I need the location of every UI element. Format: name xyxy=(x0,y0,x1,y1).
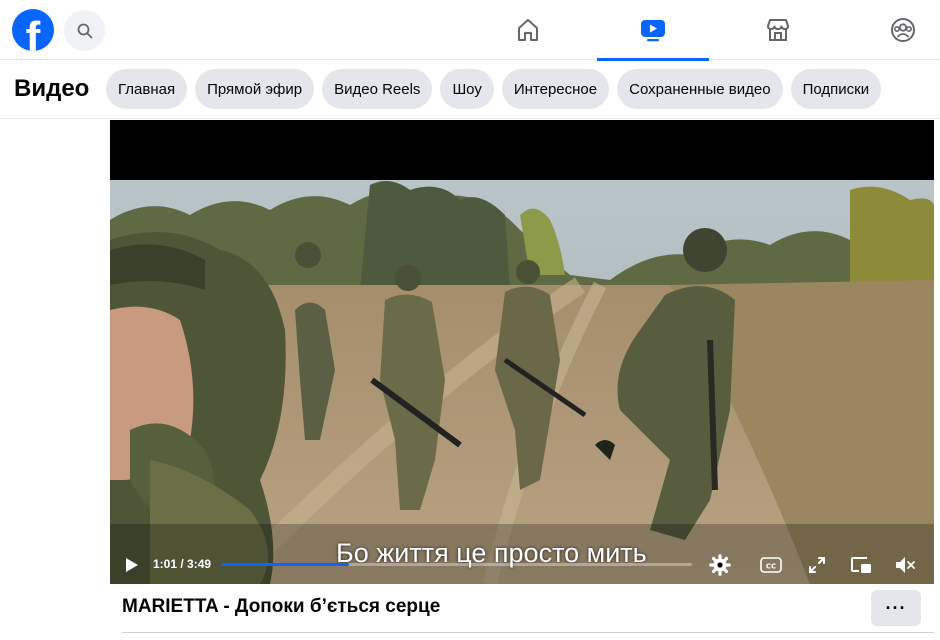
search-icon xyxy=(77,23,92,38)
fullscreen-icon xyxy=(809,557,825,573)
captions-button[interactable]: CC xyxy=(758,552,784,578)
svg-text:CC: CC xyxy=(766,563,776,571)
more-options-button[interactable]: ··· xyxy=(871,590,921,626)
volume-muted-icon xyxy=(896,557,915,573)
picture-in-picture-button[interactable] xyxy=(848,552,874,578)
nav-tab-home[interactable] xyxy=(472,0,584,60)
more-options-icon: ··· xyxy=(885,597,907,618)
nav-tab-video[interactable] xyxy=(597,0,709,61)
top-navigation-bar: f xyxy=(0,0,940,61)
play-icon xyxy=(126,558,138,572)
video-icon xyxy=(641,20,665,42)
chip-subscriptions[interactable]: Подписки xyxy=(790,69,882,109)
video-player[interactable]: Бо життя це просто мить 1:01 / 3:49 CC xyxy=(110,120,934,584)
video-title[interactable]: MARIETTA - Допоки б’ється серце xyxy=(122,596,440,618)
chip-explore[interactable]: Интересное xyxy=(501,69,610,109)
fullscreen-button[interactable] xyxy=(804,552,830,578)
chip-home[interactable]: Главная xyxy=(106,69,188,109)
progress-fill xyxy=(222,563,349,566)
chip-reels[interactable]: Видео Reels xyxy=(322,69,433,109)
picture-in-picture-icon xyxy=(851,557,871,573)
nav-tab-groups[interactable] xyxy=(883,10,923,50)
captions-icon: CC xyxy=(760,557,782,573)
settings-button[interactable] xyxy=(707,552,733,578)
settings-icon xyxy=(709,554,731,576)
page-title: Видео xyxy=(14,75,90,102)
chip-saved-videos[interactable]: Сохраненные видео xyxy=(617,69,783,109)
home-icon xyxy=(518,19,538,41)
facebook-logo[interactable]: f xyxy=(12,9,54,51)
player-controls: 1:01 / 3:49 CC xyxy=(110,544,934,584)
video-category-chips: Главная Прямой эфир Видео Reels Шоу Инте… xyxy=(106,69,882,109)
search-button[interactable] xyxy=(64,10,105,51)
volume-button[interactable] xyxy=(892,552,918,578)
playback-time: 1:01 / 3:49 xyxy=(153,557,212,571)
chip-live[interactable]: Прямой эфир xyxy=(195,69,315,109)
video-frame xyxy=(110,180,934,584)
progress-bar[interactable] xyxy=(222,563,692,566)
marketplace-icon xyxy=(767,19,789,41)
groups-icon xyxy=(891,18,915,42)
play-button[interactable] xyxy=(118,552,144,578)
chip-shows[interactable]: Шоу xyxy=(440,69,494,109)
video-section-header: Видео Главная Прямой эфир Видео Reels Шо… xyxy=(0,61,940,119)
nav-tab-marketplace[interactable] xyxy=(722,0,834,60)
divider xyxy=(122,632,934,633)
logo-letter: f xyxy=(25,13,41,52)
